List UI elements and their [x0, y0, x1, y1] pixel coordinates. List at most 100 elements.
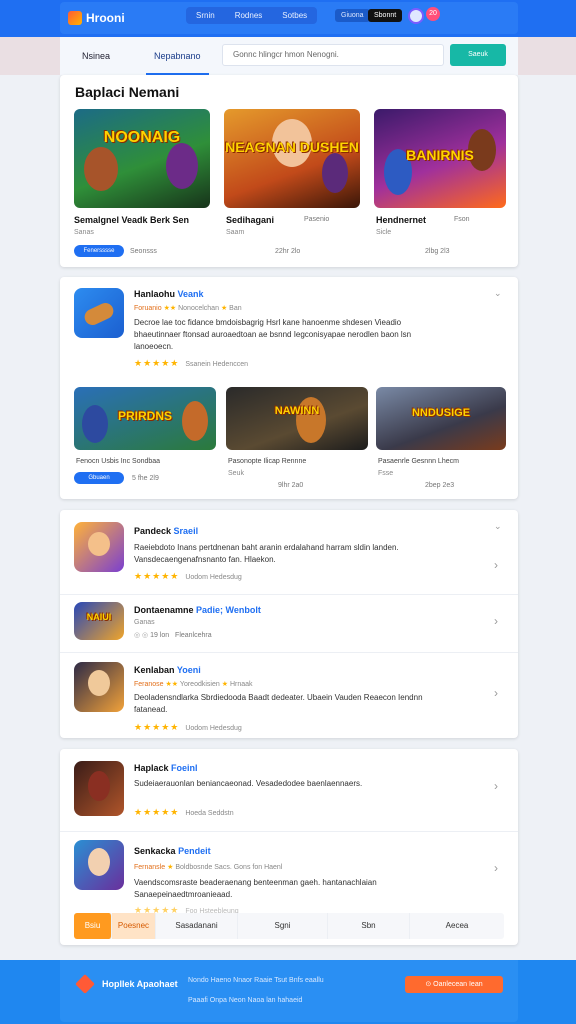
top-nav-item[interactable]: Srnin	[186, 7, 225, 24]
rating-stars: ★★★★★ Uodom Hedesdug	[134, 722, 242, 732]
brand-name: Hrooni	[86, 11, 125, 25]
game-thumbnail[interactable]: NEAGNAN DUSHEN	[224, 109, 360, 208]
divider	[60, 831, 518, 832]
page-button[interactable]: Poesnec	[112, 913, 156, 939]
divider	[60, 652, 518, 653]
game-subtitle: Saam	[226, 229, 245, 236]
secondary-button[interactable]: Giuona	[335, 9, 370, 22]
game-subtitle: Sanas	[74, 229, 94, 236]
chevron-right-icon[interactable]: ›	[494, 779, 498, 793]
page-button[interactable]: Aecea	[410, 913, 504, 939]
game-meta: Fson	[454, 216, 470, 223]
game-stat: 5 fhe 2l9	[132, 475, 159, 482]
game-title[interactable]: Sedihagani	[226, 215, 274, 225]
search-button[interactable]: Saeuk	[450, 44, 506, 66]
game-title[interactable]: Pasonopte Ilicap Rennne	[228, 458, 306, 465]
game-title[interactable]: Hendnernet	[376, 215, 426, 225]
app-icon[interactable]	[74, 288, 124, 338]
page-button[interactable]: Sbn	[328, 913, 410, 939]
footer-links[interactable]: Paaafi Onpa Neon Naoa lan hahaeid	[188, 997, 302, 1004]
game-thumb-title: PRIRDNS	[117, 409, 172, 423]
primary-button[interactable]: Sbonnt	[368, 9, 403, 22]
game-thumb-title: NAWINN	[274, 405, 320, 417]
app-description: Sudeiaerauonlan beniancaeonad. Vesadedod…	[134, 779, 363, 788]
app-title[interactable]: Haplack Foeinl	[134, 763, 198, 773]
rating-stars: ★★★★★ Uodom Hedesdug	[134, 571, 242, 581]
search-input[interactable]: Gonnc hlingcr hmon Nenogni.	[222, 44, 444, 66]
footer-inner: Hopllek Apaohaet Nondo Haeno Nnaor Raaie…	[60, 960, 518, 1022]
game-title[interactable]: Semalgnel Veadk Berk Sen	[74, 215, 189, 225]
top-bar: Hrooni Srnin Rodnes Sotbes Giuona Sbonnt…	[0, 0, 576, 37]
game-thumbnail[interactable]: NNDUSIGE	[376, 387, 506, 450]
subheader: Nsinea Nepabnano Gonnc hlingcr hmon Neno…	[60, 37, 518, 75]
app-icon[interactable]	[74, 840, 124, 890]
app-card: Hanlaohu Veank Foruanio ★★ Nonocelchan ★…	[60, 277, 518, 499]
app-meta: Fernansle ★ Boldbosnde Sacs. Gons fon Ha…	[134, 864, 283, 871]
tab-active[interactable]: Nepabnano	[146, 37, 209, 75]
game-meta: Seonsss	[130, 248, 157, 255]
game-thumbnail[interactable]: NAWINN	[226, 387, 368, 450]
app-description: Decroe lae toc fidance bmdoisbagrig Hsrl…	[134, 318, 412, 351]
chevron-right-icon[interactable]: ›	[494, 614, 498, 628]
game-thumb-title: NNDUSIGE	[411, 407, 471, 419]
chevron-right-icon[interactable]: ›	[494, 686, 498, 700]
game-meta: Pasenio	[304, 216, 330, 223]
page-button[interactable]: Bsiu	[74, 913, 112, 939]
app-icon[interactable]	[74, 761, 124, 816]
chevron-right-icon[interactable]: ›	[494, 558, 498, 572]
section-title: Baplaci Nemani	[75, 84, 180, 100]
app-list-card: ⌄ Pandeck Sraeil Raeiebdoto Inans pertdn…	[60, 510, 518, 738]
game-subtitle: Seuk	[228, 470, 244, 477]
app-title[interactable]: Pandeck Sraeil	[134, 526, 198, 536]
game-action-pill[interactable]: Gbuaen	[74, 472, 124, 484]
app-subtitle: Ganas	[134, 619, 155, 626]
game-thumbnail[interactable]: NOONAIG	[74, 109, 210, 208]
app-title[interactable]: Kenlaban Yoeni	[134, 665, 201, 675]
top-nav-item[interactable]: Sotbes	[272, 7, 317, 24]
app-description: Deoladensndlarka Sbrdiedooda Baadt dedea…	[134, 693, 423, 714]
top-nav-item[interactable]: Rodnes	[225, 7, 273, 24]
game-title[interactable]: Fenocn Usbis Inc Sondbaa	[76, 458, 160, 465]
footer-logo-icon	[75, 974, 95, 994]
page-button[interactable]: Sasadanani	[156, 913, 238, 939]
app-icon[interactable]	[74, 522, 124, 572]
chevron-down-icon[interactable]: ⌄	[494, 288, 502, 299]
chevron-right-icon[interactable]: ›	[494, 861, 498, 875]
pagination: Bsiu Poesnec Sasadanani Sgni Sbn Aecea	[74, 913, 504, 939]
brand-icon	[68, 11, 82, 25]
game-thumb-title: NOONAIG	[103, 129, 181, 146]
app-title[interactable]: Dontaenamne Padie; Wenbolt	[134, 605, 261, 615]
chevron-down-icon[interactable]: ⌄	[494, 521, 502, 532]
notification-badge[interactable]: 20	[426, 7, 440, 21]
footer: Hopllek Apaohaet Nondo Haeno Nnaor Raaie…	[0, 960, 576, 1024]
footer-cta-button[interactable]: ⊙ Oanlecean Iean	[405, 976, 503, 993]
rating-stars: ★★★★★ Ssanein Hedenccen	[134, 358, 248, 368]
divider	[60, 594, 518, 595]
app-meta: ◎ ◎ 19 lon Fleanlcehra	[134, 632, 212, 639]
top-nav: Srnin Rodnes Sotbes	[186, 7, 318, 24]
game-action-pill[interactable]: Fenersssse	[74, 245, 124, 257]
brand-logo[interactable]: Hrooni	[68, 11, 125, 25]
game-thumb-title: NEAGNAN DUSHEN	[225, 139, 359, 155]
app-description: Vaendscomsraste beaderaenang benteenman …	[134, 878, 377, 899]
game-subtitle: Sicle	[376, 229, 392, 236]
page-button[interactable]: Sgni	[238, 913, 328, 939]
game-thumbnail[interactable]: BANIRNIS	[374, 109, 506, 208]
game-thumbnail[interactable]: PRIRDNS	[74, 387, 216, 450]
game-thumb-title: BANIRNIS	[406, 147, 474, 163]
game-stat: 22hr 2lo	[275, 248, 301, 255]
rating-stars: ★★★★★ Hoeda Seddstn	[134, 807, 234, 817]
app-title[interactable]: Senkacka Pendeit	[134, 846, 211, 856]
game-stat: 2lbg 2l3	[425, 248, 450, 255]
tab-primary[interactable]: Nsinea	[82, 37, 110, 75]
app-meta: Feranose ★★ Yoreodkisien ★ Hrnaak	[134, 681, 253, 688]
game-title[interactable]: Pasaenrle Gesnnn Lhecm	[378, 458, 459, 465]
app-title[interactable]: Hanlaohu Veank	[134, 289, 204, 299]
app-icon[interactable]: NAIUI	[74, 602, 124, 640]
app-icon[interactable]	[74, 662, 124, 712]
footer-links[interactable]: Nondo Haeno Nnaor Raaie Tsut Bnfs eaallu	[188, 977, 324, 984]
footer-brand[interactable]: Hopllek Apaohaet	[102, 979, 178, 989]
avatar[interactable]	[408, 8, 424, 24]
game-subtitle: Fsse	[378, 470, 394, 477]
app-meta: Foruanio ★★ Nonocelchan ★ Ban	[134, 305, 242, 312]
